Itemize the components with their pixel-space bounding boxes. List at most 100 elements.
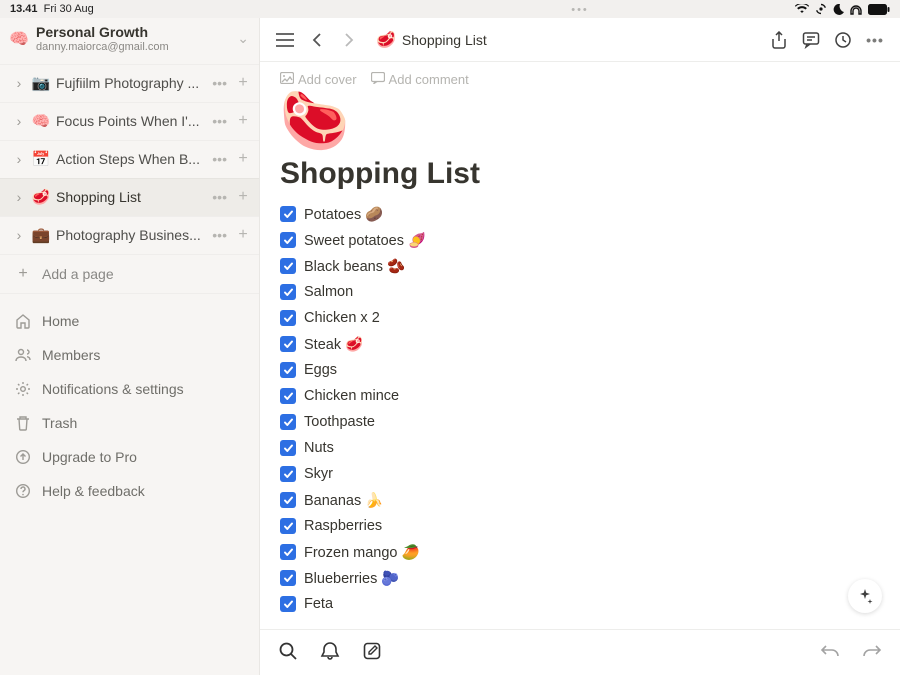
nav-item-settings[interactable]: Notifications & settings bbox=[0, 372, 259, 406]
todo-item[interactable]: Eggs bbox=[280, 357, 880, 383]
sidebar-page-label: Photography Busines... bbox=[56, 227, 204, 243]
settings-icon bbox=[14, 381, 32, 397]
sidebar-page[interactable]: ›🥩Shopping List•••+ bbox=[0, 178, 259, 216]
caret-right-icon[interactable]: › bbox=[12, 151, 26, 167]
workspace-name: Personal Growth bbox=[36, 24, 229, 41]
workspace-icon: 🧠 bbox=[10, 30, 28, 48]
share-icon[interactable] bbox=[768, 29, 790, 51]
checkbox-checked-icon[interactable] bbox=[280, 414, 296, 430]
comments-icon[interactable] bbox=[800, 29, 822, 51]
page-menu-icon[interactable]: ••• bbox=[210, 151, 229, 167]
home-icon bbox=[14, 313, 32, 329]
checkbox-checked-icon[interactable] bbox=[280, 206, 296, 222]
inbox-icon[interactable] bbox=[320, 641, 340, 664]
add-subpage-icon[interactable]: + bbox=[235, 150, 251, 168]
checkbox-checked-icon[interactable] bbox=[280, 544, 296, 560]
checkbox-checked-icon[interactable] bbox=[280, 466, 296, 482]
nav-item-trash[interactable]: Trash bbox=[0, 406, 259, 440]
sidebar: 🧠 Personal Growth danny.maiorca@gmail.co… bbox=[0, 18, 260, 675]
checkbox-checked-icon[interactable] bbox=[280, 596, 296, 612]
todo-item[interactable]: Steak 🥩 bbox=[280, 331, 880, 357]
checkbox-checked-icon[interactable] bbox=[280, 518, 296, 534]
add-subpage-icon[interactable]: + bbox=[235, 188, 251, 206]
checkbox-checked-icon[interactable] bbox=[280, 310, 296, 326]
breadcrumb[interactable]: 🥩 Shopping List bbox=[376, 30, 487, 50]
nav-item-home[interactable]: Home bbox=[0, 304, 259, 338]
page-menu-icon[interactable]: ••• bbox=[210, 189, 229, 205]
sidebar-page-label: Action Steps When B... bbox=[56, 151, 204, 167]
caret-right-icon[interactable]: › bbox=[12, 113, 26, 129]
breadcrumb-icon: 🥩 bbox=[376, 30, 396, 50]
checkbox-checked-icon[interactable] bbox=[280, 440, 296, 456]
history-icon[interactable] bbox=[832, 29, 854, 51]
todo-item[interactable]: Skyr bbox=[280, 461, 880, 487]
checkbox-checked-icon[interactable] bbox=[280, 284, 296, 300]
todo-item[interactable]: Sweet potatoes 🍠 bbox=[280, 227, 880, 253]
compose-icon[interactable] bbox=[362, 641, 382, 664]
todo-item[interactable]: Nuts bbox=[280, 435, 880, 461]
status-date: Fri 30 Aug bbox=[44, 3, 94, 15]
todo-item[interactable]: Chicken mince bbox=[280, 383, 880, 409]
sidebar-page[interactable]: ›📷Fujfiilm Photography ...•••+ bbox=[0, 64, 259, 102]
redo-icon[interactable] bbox=[862, 643, 882, 662]
page-menu-icon[interactable]: ••• bbox=[210, 227, 229, 243]
caret-right-icon[interactable]: › bbox=[12, 189, 26, 205]
checkbox-checked-icon[interactable] bbox=[280, 232, 296, 248]
nav-item-label: Members bbox=[42, 347, 100, 363]
checkbox-checked-icon[interactable] bbox=[280, 258, 296, 274]
sidebar-page[interactable]: ›🧠Focus Points When I'...•••+ bbox=[0, 102, 259, 140]
todo-item[interactable]: Feta bbox=[280, 591, 880, 617]
todo-item[interactable]: Blueberries 🫐 bbox=[280, 565, 880, 591]
back-icon[interactable] bbox=[306, 29, 328, 51]
drag-handle-icon[interactable]: ••• bbox=[571, 4, 589, 16]
add-page-button[interactable]: + Add a page bbox=[0, 254, 259, 294]
checkbox-checked-icon[interactable] bbox=[280, 388, 296, 404]
add-subpage-icon[interactable]: + bbox=[235, 226, 251, 244]
add-cover-button[interactable]: Add cover bbox=[280, 72, 357, 87]
add-subpage-icon[interactable]: + bbox=[235, 74, 251, 92]
nav-item-upgrade[interactable]: Upgrade to Pro bbox=[0, 440, 259, 474]
undo-icon[interactable] bbox=[820, 643, 840, 662]
chevron-down-icon: ⌄ bbox=[237, 30, 249, 47]
checkbox-checked-icon[interactable] bbox=[280, 492, 296, 508]
caret-right-icon[interactable]: › bbox=[12, 75, 26, 91]
sidebar-page-label: Focus Points When I'... bbox=[56, 113, 204, 129]
main-content: ••• 🥩 Shopping List ••• Add cover bbox=[260, 18, 900, 675]
sidebar-page[interactable]: ›💼Photography Busines...•••+ bbox=[0, 216, 259, 254]
forward-icon[interactable] bbox=[338, 29, 360, 51]
page-icon[interactable]: 🥩 bbox=[280, 93, 350, 149]
todo-text: Frozen mango 🥭 bbox=[304, 544, 420, 561]
todo-item[interactable]: Chicken x 2 bbox=[280, 305, 880, 331]
todo-item[interactable]: Salmon bbox=[280, 279, 880, 305]
todo-text: Bananas 🍌 bbox=[304, 492, 383, 509]
todo-item[interactable]: Potatoes 🥔 bbox=[280, 201, 880, 227]
todo-item[interactable]: Frozen mango 🥭 bbox=[280, 539, 880, 565]
caret-right-icon[interactable]: › bbox=[12, 227, 26, 243]
checkbox-checked-icon[interactable] bbox=[280, 362, 296, 378]
todo-item[interactable]: Raspberries bbox=[280, 513, 880, 539]
todo-item[interactable]: Black beans 🫘 bbox=[280, 253, 880, 279]
todo-item[interactable]: Toothpaste bbox=[280, 409, 880, 435]
nav-item-members[interactable]: Members bbox=[0, 338, 259, 372]
nav-item-label: Upgrade to Pro bbox=[42, 449, 137, 465]
page-emoji-icon: 🥩 bbox=[32, 188, 50, 206]
todo-text: Blueberries 🫐 bbox=[304, 570, 399, 587]
add-comment-button[interactable]: Add comment bbox=[371, 72, 469, 87]
image-icon bbox=[280, 72, 294, 87]
page-emoji-icon: 📅 bbox=[32, 150, 50, 168]
sidebar-page[interactable]: › 📅 Action Steps When B... ••• + bbox=[0, 140, 259, 178]
menu-icon[interactable] bbox=[274, 29, 296, 51]
ai-fab-button[interactable] bbox=[848, 579, 882, 613]
add-subpage-icon[interactable]: + bbox=[235, 112, 251, 130]
checkbox-checked-icon[interactable] bbox=[280, 336, 296, 352]
checkbox-checked-icon[interactable] bbox=[280, 570, 296, 586]
wifi-icon bbox=[795, 4, 809, 14]
nav-item-help[interactable]: Help & feedback bbox=[0, 474, 259, 508]
search-icon[interactable] bbox=[278, 641, 298, 664]
page-title[interactable]: Shopping List bbox=[280, 157, 880, 191]
workspace-switcher[interactable]: 🧠 Personal Growth danny.maiorca@gmail.co… bbox=[0, 18, 259, 64]
todo-item[interactable]: Bananas 🍌 bbox=[280, 487, 880, 513]
page-menu-icon[interactable]: ••• bbox=[210, 113, 229, 129]
page-menu-icon[interactable]: ••• bbox=[210, 75, 229, 91]
more-icon[interactable]: ••• bbox=[864, 29, 886, 51]
